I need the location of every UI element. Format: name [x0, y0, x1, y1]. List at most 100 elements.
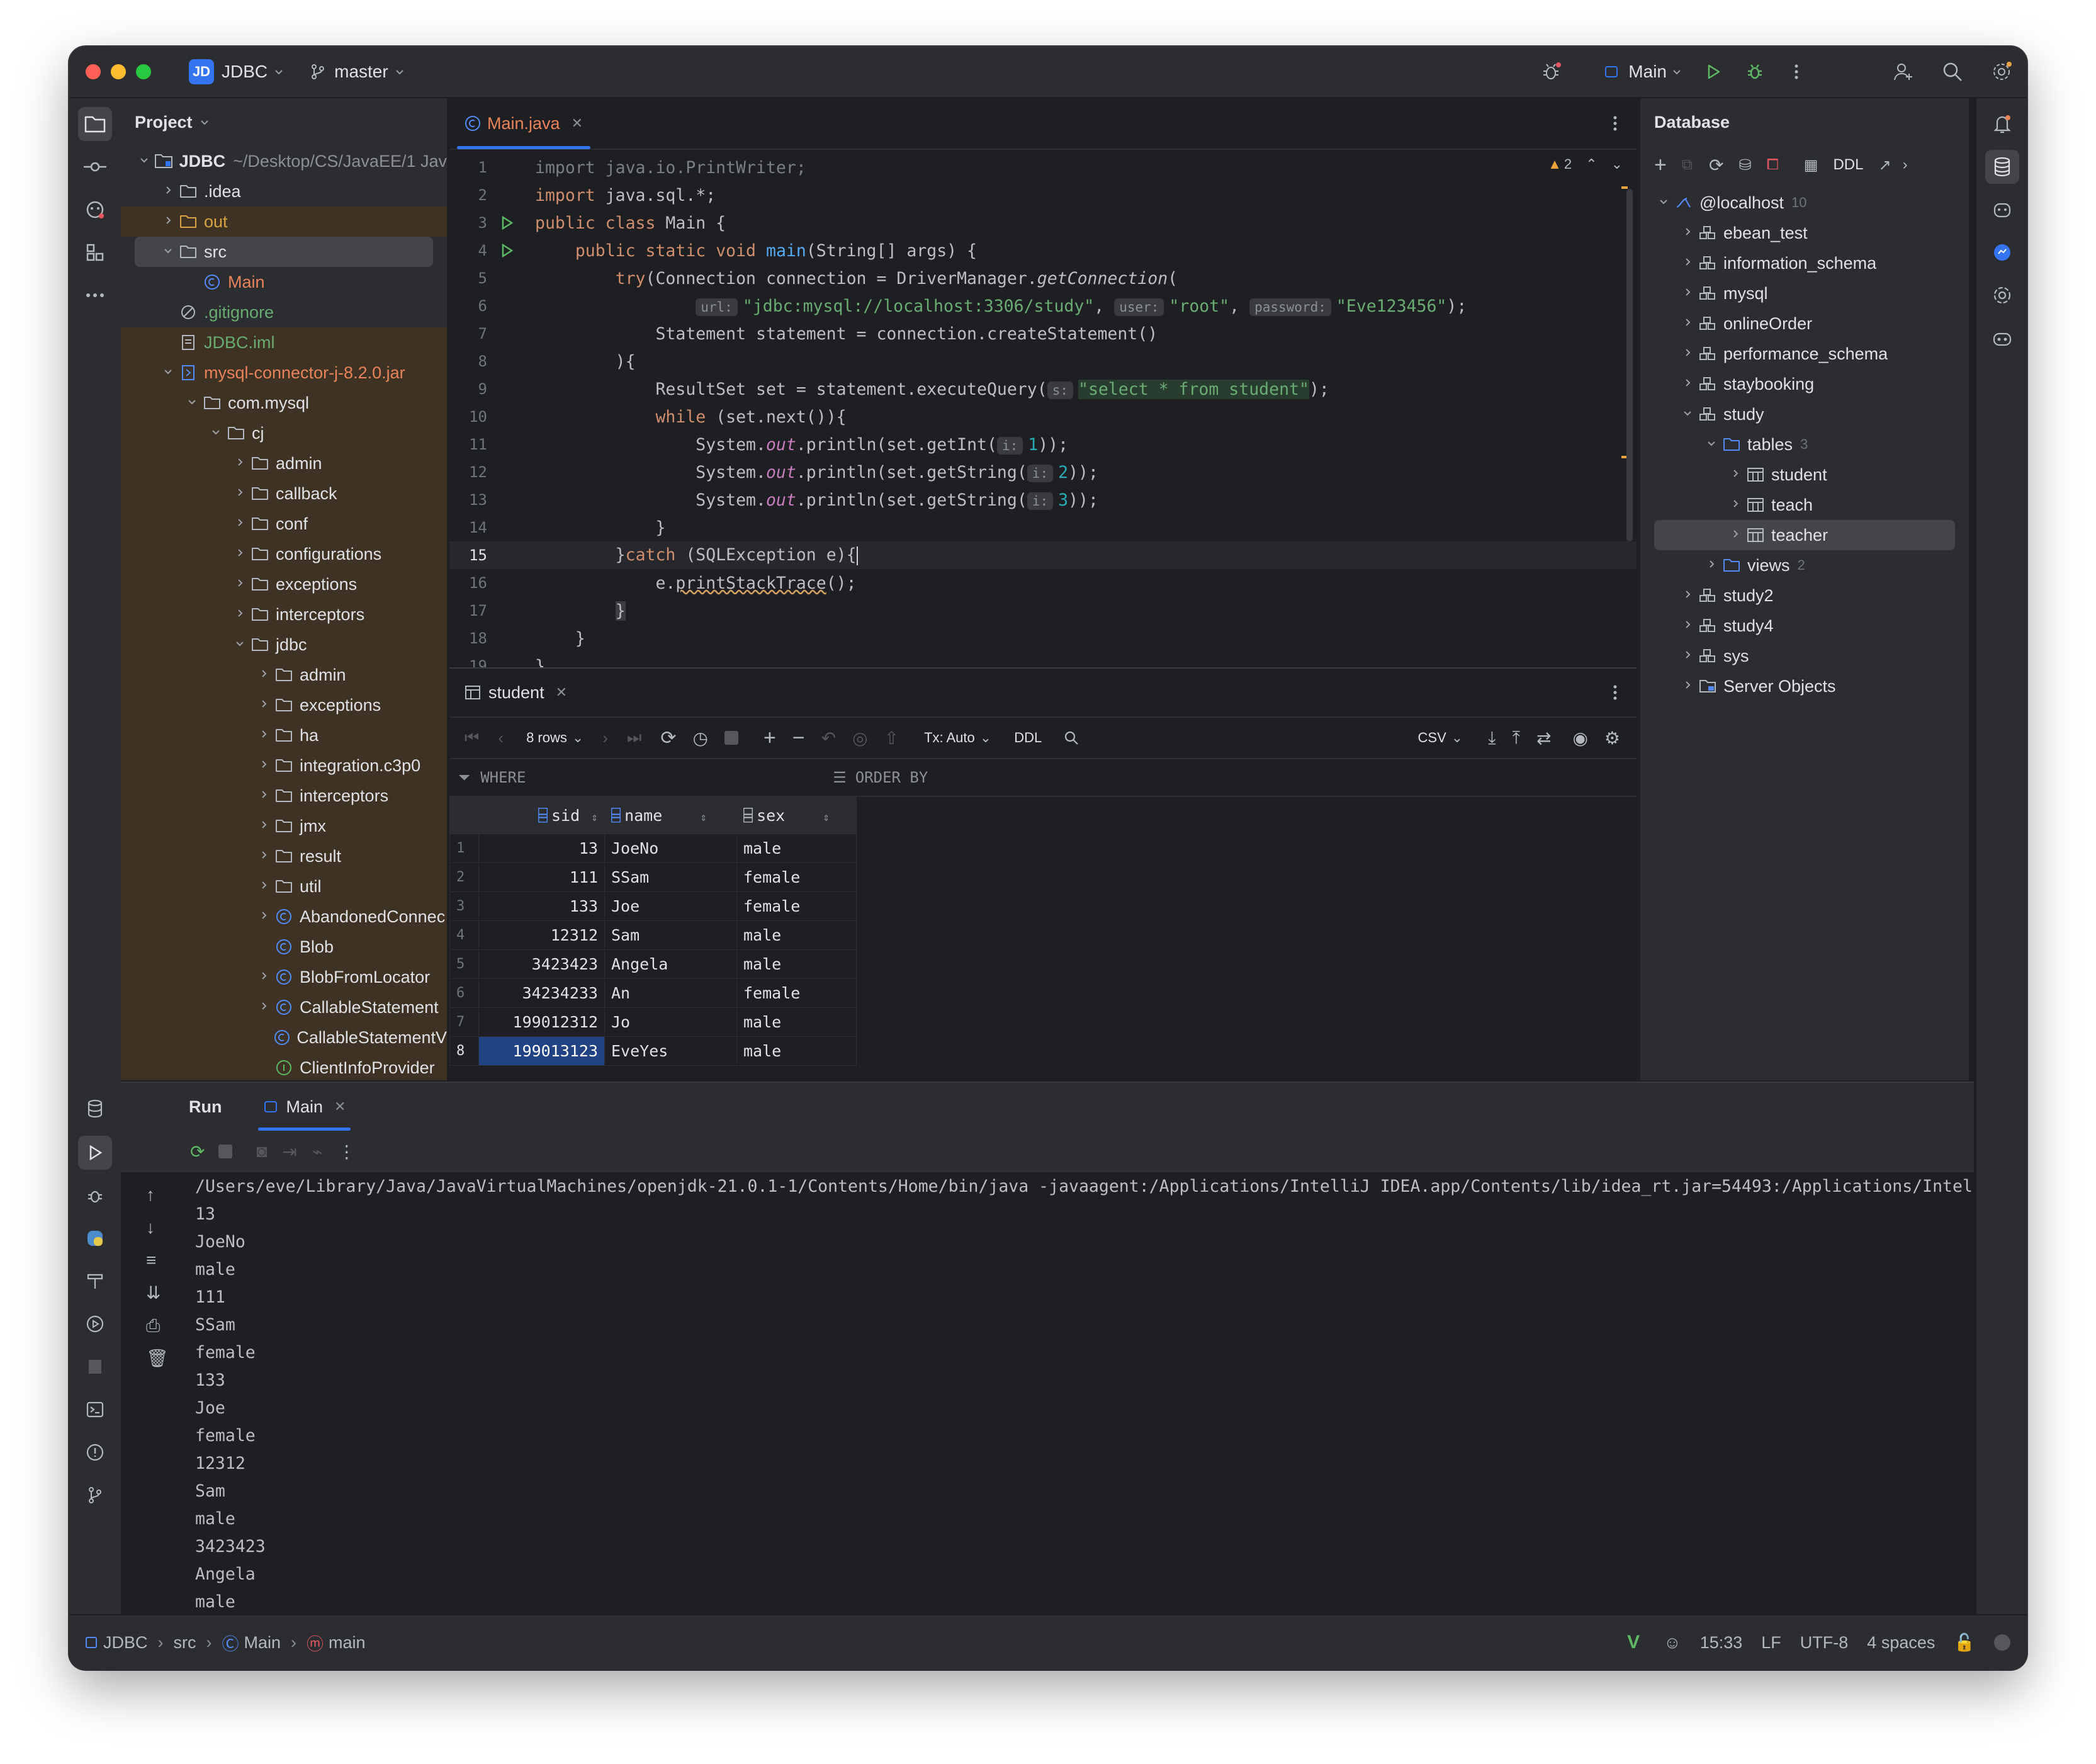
- tree-item-result[interactable]: result: [121, 841, 447, 871]
- jump-icon[interactable]: ↗: [1878, 156, 1891, 174]
- bookmarks-tool-button[interactable]: [78, 1350, 112, 1384]
- cell-sex[interactable]: female: [736, 978, 857, 1008]
- tree-item-callback[interactable]: callback: [121, 478, 447, 509]
- ai-assistant-icon[interactable]: [1985, 193, 2019, 227]
- tree-item-jdbc-iml[interactable]: JDBC.iml: [121, 327, 447, 358]
- project-name[interactable]: JDBC: [222, 62, 268, 82]
- db-item-study[interactable]: study: [1640, 399, 1969, 429]
- first-page-icon[interactable]: ⏮: [465, 728, 479, 748]
- chevron-down-icon[interactable]: [183, 395, 201, 411]
- db-item-onlineorder[interactable]: onlineOrder: [1640, 308, 1969, 339]
- chevron-down-icon[interactable]: ⌄: [1611, 156, 1623, 172]
- db-item-ebean-test[interactable]: ebean_test: [1640, 218, 1969, 248]
- vim-icon[interactable]: V: [1627, 1632, 1640, 1653]
- chevron-down-icon[interactable]: [135, 153, 153, 169]
- tree-root-jdbc[interactable]: JDBC ~/Desktop/CS/JavaEE/1 Jav: [121, 146, 447, 176]
- database-services-icon[interactable]: [78, 1092, 112, 1126]
- tree-item-out[interactable]: out: [121, 206, 447, 237]
- result-grid[interactable]: ⌸ sid ⇕ ⌸ name ⇕ ⌸ sex ⇕ 1 13 JoeNo male 2 111 SSam f…: [449, 797, 857, 1066]
- cell-sid[interactable]: 111: [478, 862, 605, 892]
- tab-student[interactable]: student ✕: [449, 668, 582, 717]
- chevron-right-icon[interactable]: ›: [1903, 156, 1908, 174]
- chevron-down-icon[interactable]: ⌄: [1451, 730, 1463, 746]
- delete-row-icon[interactable]: −: [792, 726, 805, 750]
- tree-item-exceptions[interactable]: exceptions: [121, 690, 447, 720]
- db-item-performance-schema[interactable]: performance_schema: [1640, 339, 1969, 369]
- chevron-right-icon[interactable]: [230, 606, 249, 623]
- preview-changes-icon[interactable]: ◎: [852, 728, 867, 749]
- tree-item-interceptors[interactable]: interceptors: [121, 781, 447, 811]
- more-vertical-icon[interactable]: [1784, 59, 1809, 84]
- tree-item-callablestatementv[interactable]: CallableStatementV: [121, 1022, 447, 1053]
- chat-icon[interactable]: [1985, 235, 2019, 269]
- tree-item-conf[interactable]: conf: [121, 509, 447, 539]
- problems-tool-button[interactable]: [78, 1435, 112, 1469]
- run-icon[interactable]: [1701, 59, 1726, 84]
- db-item-mysql[interactable]: mysql: [1640, 278, 1969, 308]
- chevron-right-icon[interactable]: [254, 848, 273, 864]
- db-item-server-objects[interactable]: Server Objects: [1640, 671, 1969, 701]
- more-tools-icon[interactable]: [78, 278, 112, 312]
- commit-tool-button[interactable]: [78, 150, 112, 184]
- revert-icon[interactable]: ↶: [821, 728, 836, 749]
- stop-icon[interactable]: [724, 731, 738, 745]
- close-tab-icon[interactable]: ✕: [334, 1099, 346, 1115]
- sort-icon[interactable]: ⇕: [823, 811, 830, 824]
- tree-item-jmx[interactable]: jmx: [121, 811, 447, 841]
- cell-sex[interactable]: male: [736, 920, 857, 950]
- chevron-right-icon[interactable]: [1726, 497, 1745, 513]
- more-vertical-icon[interactable]: [1613, 115, 1618, 132]
- debug-icon[interactable]: [1742, 59, 1767, 84]
- breadcrumb-method[interactable]: main: [329, 1633, 366, 1653]
- tree-item-admin[interactable]: admin: [121, 448, 447, 478]
- tree-item-admin[interactable]: admin: [121, 660, 447, 690]
- cell-name[interactable]: An: [604, 978, 737, 1008]
- screenshot-icon[interactable]: ◙: [256, 1141, 267, 1162]
- refresh-icon[interactable]: ⟳: [660, 727, 676, 749]
- close-tab-icon[interactable]: ✕: [556, 684, 567, 701]
- cell-sid[interactable]: 199013123: [478, 1036, 605, 1066]
- db-item-sys[interactable]: sys: [1640, 641, 1969, 671]
- download-icon[interactable]: ⤓: [1488, 728, 1496, 749]
- chevron-down-icon[interactable]: [392, 59, 407, 84]
- chevron-right-icon[interactable]: [254, 908, 273, 925]
- project-tool-button[interactable]: [78, 107, 112, 141]
- upload-icon[interactable]: ⤒: [1513, 728, 1520, 749]
- copilot-icon[interactable]: [1985, 321, 2019, 355]
- order-by-input[interactable]: ORDER BY: [855, 769, 928, 786]
- tree-item-cj[interactable]: cj: [121, 418, 447, 448]
- cell-sid[interactable]: 34234233: [478, 978, 605, 1008]
- search-icon[interactable]: [1063, 730, 1079, 746]
- chevron-right-icon[interactable]: [1702, 557, 1721, 574]
- breadcrumb-src[interactable]: src: [174, 1633, 196, 1653]
- breadcrumb-project[interactable]: JDBC: [103, 1633, 148, 1653]
- cell-sex[interactable]: female: [736, 891, 857, 921]
- column-header-name[interactable]: ⌸ name ⇕: [604, 797, 737, 834]
- tree-host-localhost[interactable]: @localhost 10: [1640, 188, 1969, 218]
- project-panel-header[interactable]: Project: [121, 98, 447, 146]
- tree-item-mysql-connector-j-8-2-0-jar[interactable]: mysql-connector-j-8.2.0.jar: [121, 358, 447, 388]
- inspection-widget[interactable]: ▲ 2 ⌃ ⌄: [1548, 156, 1623, 172]
- terminal-tool-button[interactable]: [78, 1393, 112, 1427]
- run-config-selector[interactable]: Main: [1628, 62, 1667, 82]
- add-datasource-icon[interactable]: +: [1654, 153, 1667, 178]
- export-format-selector[interactable]: CSV: [1418, 730, 1446, 746]
- cell-sid[interactable]: 3423423: [478, 949, 605, 979]
- cell-name[interactable]: EveYes: [604, 1036, 737, 1066]
- db-item-information-schema[interactable]: information_schema: [1640, 248, 1969, 278]
- cell-sid[interactable]: 133: [478, 891, 605, 921]
- chevron-right-icon[interactable]: [159, 213, 177, 230]
- disconnect-icon[interactable]: ⧠: [1767, 156, 1779, 174]
- table-row[interactable]: 2 111 SSam female: [449, 862, 857, 892]
- db-item-teacher[interactable]: teacher: [1654, 520, 1955, 550]
- view-icon[interactable]: ◉: [1572, 728, 1587, 749]
- sort-icon[interactable]: ⇕: [591, 811, 598, 824]
- build-tool-button[interactable]: [78, 1264, 112, 1298]
- tx-mode-selector[interactable]: Tx: Auto: [924, 730, 975, 746]
- db-item-tables[interactable]: tables 3: [1640, 429, 1969, 460]
- caret-position[interactable]: 15:33: [1700, 1633, 1743, 1653]
- cell-sid[interactable]: 199012312: [478, 1007, 605, 1037]
- tree-item-com-mysql[interactable]: com.mysql: [121, 388, 447, 418]
- copy-icon[interactable]: ⧉: [1682, 156, 1693, 174]
- settings-gear-icon[interactable]: ⚙: [1604, 728, 1620, 749]
